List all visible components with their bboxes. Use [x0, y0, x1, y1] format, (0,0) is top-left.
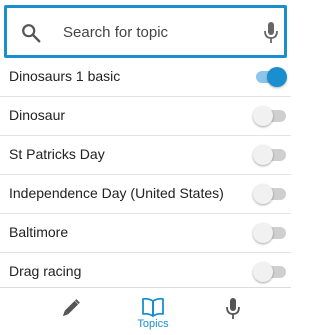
list-item[interactable]: Dinosaurs 1 basic — [0, 58, 291, 96]
pencil-icon — [62, 299, 80, 317]
toggle-thumb — [253, 145, 273, 165]
nav-topics-tab[interactable]: Topics — [128, 288, 178, 335]
list-item[interactable]: Independence Day (United States) — [0, 175, 291, 213]
nav-voice-button[interactable] — [218, 288, 248, 335]
topic-toggle[interactable] — [253, 144, 287, 166]
toggle-thumb — [253, 223, 273, 243]
topic-toggle[interactable] — [253, 66, 287, 88]
topic-label: Dinosaurs 1 basic — [9, 68, 121, 84]
topic-label: Independence Day (United States) — [9, 185, 224, 201]
search-input[interactable] — [63, 18, 243, 46]
search-icon — [22, 24, 41, 43]
nav-topics-label: Topics — [137, 318, 169, 330]
list-item[interactable]: Baltimore — [0, 214, 291, 252]
list-item[interactable]: St Patricks Day — [0, 136, 291, 174]
toggle-thumb — [253, 106, 273, 126]
search-bar[interactable] — [4, 5, 287, 58]
topic-label: Dinosaur — [9, 107, 66, 123]
microphone-icon — [226, 298, 240, 319]
topic-label: Baltimore — [9, 224, 69, 240]
bottom-nav: Topics — [0, 287, 291, 335]
toggle-thumb — [253, 184, 273, 204]
microphone-icon[interactable] — [263, 21, 279, 45]
topic-toggle[interactable] — [253, 183, 287, 205]
list-item[interactable]: Dinosaur — [0, 97, 291, 135]
book-icon — [142, 297, 164, 317]
topic-toggle[interactable] — [253, 222, 287, 244]
topic-label: Drag racing — [9, 263, 82, 279]
toggle-thumb — [267, 67, 287, 87]
nav-edit-button[interactable] — [55, 288, 85, 335]
toggle-thumb — [253, 262, 273, 282]
topic-toggle[interactable] — [253, 105, 287, 127]
topic-toggle[interactable] — [253, 261, 287, 283]
list-item[interactable]: Drag racing — [0, 253, 291, 291]
topic-label: St Patricks Day — [9, 146, 105, 162]
